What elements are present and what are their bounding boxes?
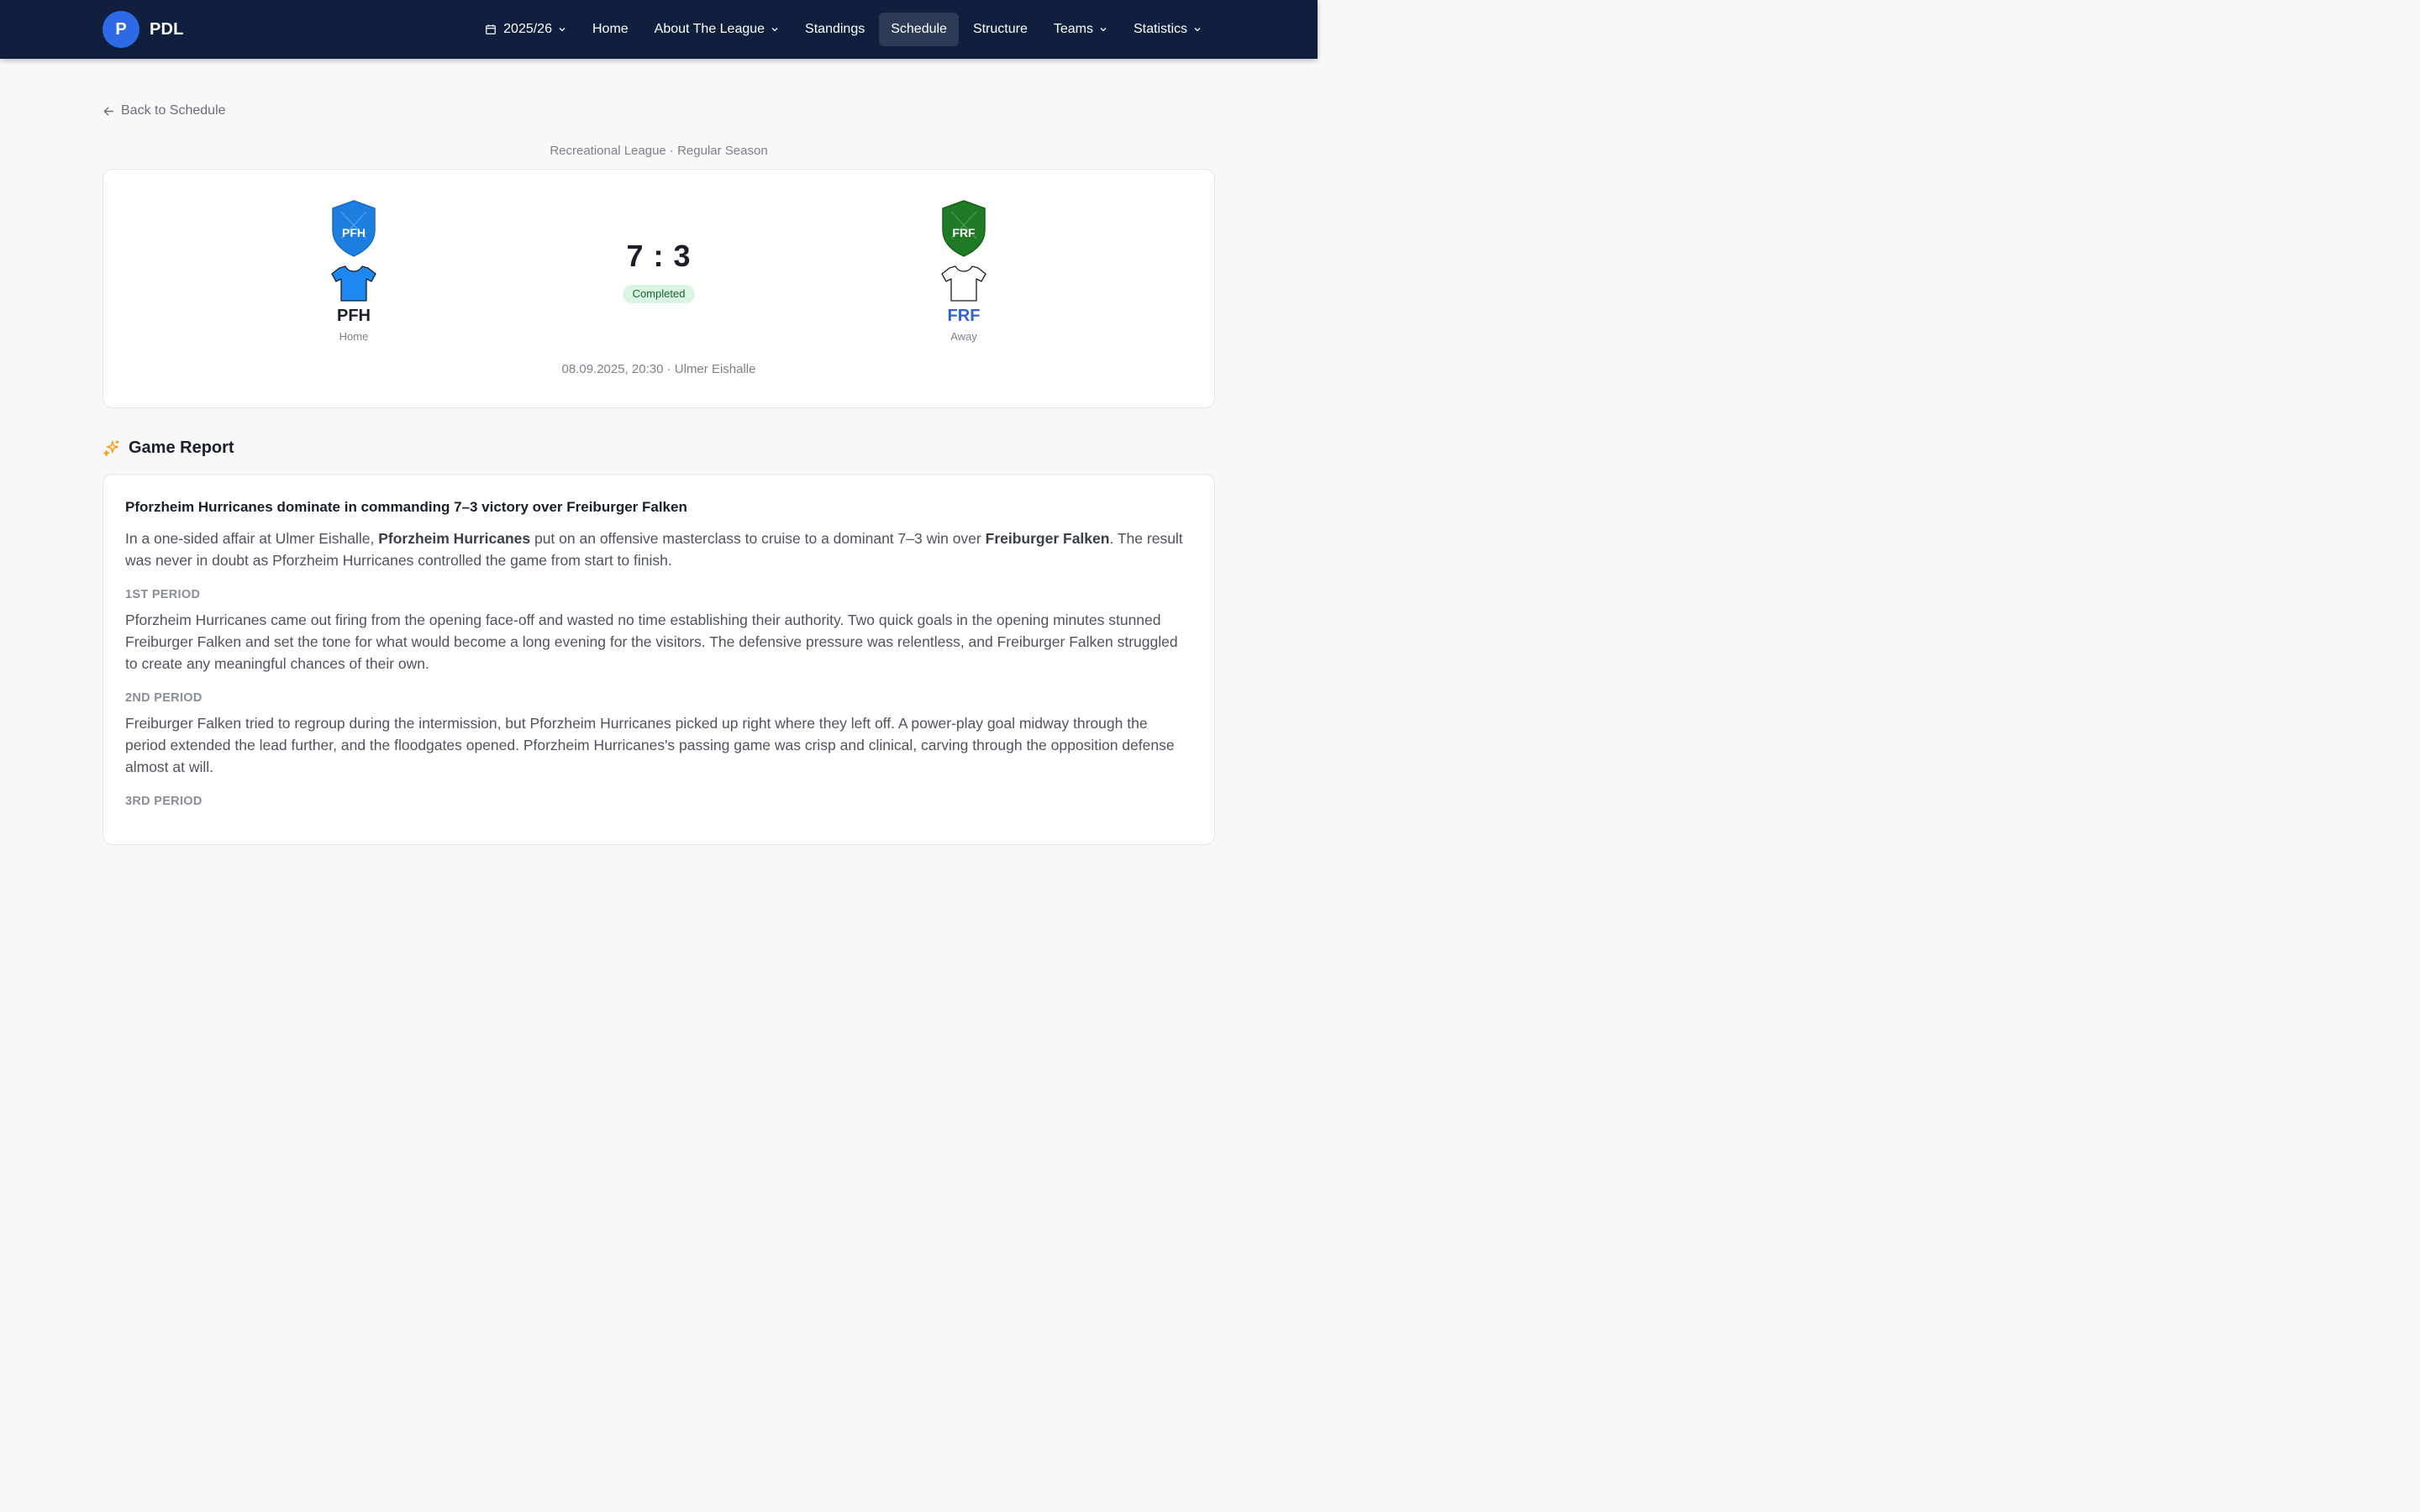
chevron-down-icon bbox=[559, 28, 566, 32]
away-team[interactable]: FRF FRF Away bbox=[897, 200, 1031, 343]
nav-home-label: Home bbox=[592, 22, 629, 36]
final-score: 7 : 3 bbox=[626, 239, 692, 273]
season-label: 2025/26 bbox=[503, 22, 552, 36]
status-badge: Completed bbox=[623, 285, 695, 303]
arrow-left-icon bbox=[103, 107, 113, 115]
away-shield-text: FRF bbox=[952, 226, 976, 239]
nav-about-league[interactable]: About The League bbox=[643, 13, 791, 46]
league-line: Recreational League · Regular Season bbox=[550, 144, 768, 158]
away-jersey-icon bbox=[941, 265, 986, 302]
game-report-header: Game Report bbox=[103, 438, 234, 458]
chevron-down-icon bbox=[1194, 28, 1201, 32]
brand[interactable]: P PDL bbox=[103, 11, 184, 48]
calendar-icon bbox=[486, 24, 497, 34]
match-card: PFH PFH Home 7 : 3 Completed FRF FRF Awa… bbox=[103, 169, 1215, 408]
brand-logo[interactable]: P bbox=[103, 11, 139, 48]
home-shield-icon: PFH bbox=[332, 200, 376, 257]
nav-schedule[interactable]: Schedule bbox=[879, 13, 959, 46]
away-shield-icon: FRF bbox=[942, 200, 986, 257]
home-team-code: PFH bbox=[337, 307, 371, 325]
match-date-venue: 08.09.2025, 20:30 · Ulmer Eishalle bbox=[561, 362, 756, 376]
nav-home[interactable]: Home bbox=[581, 13, 640, 46]
nav-about-label: About The League bbox=[654, 22, 765, 36]
nav-statistics-label: Statistics bbox=[1133, 22, 1187, 36]
report-intro: In a one-sided affair at Ulmer Eishalle,… bbox=[125, 530, 1183, 569]
chevron-down-icon bbox=[771, 28, 778, 32]
period-3-label: 3RD PERIOD bbox=[125, 795, 203, 808]
top-navbar: P PDL 2025/26 Home About The League Stan… bbox=[0, 0, 1318, 59]
back-label: Back to Schedule bbox=[121, 103, 226, 118]
period-1-text: Pforzheim Hurricanes came out firing fro… bbox=[125, 612, 1178, 672]
period-2-text: Freiburger Falken tried to regroup durin… bbox=[125, 715, 1175, 775]
nav-standings-label: Standings bbox=[805, 22, 865, 36]
nav-teams-label: Teams bbox=[1053, 22, 1093, 36]
nav-standings[interactable]: Standings bbox=[793, 13, 876, 46]
home-team-side: Home bbox=[339, 330, 369, 343]
away-team-name: Freiburger Falken bbox=[985, 530, 1110, 547]
home-team-name: Pforzheim Hurricanes bbox=[378, 530, 531, 547]
period-2-label: 2ND PERIOD bbox=[125, 691, 203, 705]
game-report-card: Pforzheim Hurricanes dominate in command… bbox=[103, 474, 1215, 845]
main-menu: 2025/26 Home About The League Standings … bbox=[471, 13, 1213, 46]
report-headline: Pforzheim Hurricanes dominate in command… bbox=[125, 499, 687, 515]
nav-statistics[interactable]: Statistics bbox=[1122, 13, 1213, 46]
season-selector[interactable]: 2025/26 bbox=[473, 13, 578, 46]
sparkles-icon bbox=[103, 439, 119, 456]
nav-teams[interactable]: Teams bbox=[1042, 13, 1119, 46]
nav-structure-label: Structure bbox=[972, 22, 1028, 36]
period-1-label: 1ST PERIOD bbox=[125, 588, 201, 601]
brand-name[interactable]: PDL bbox=[150, 20, 184, 39]
nav-schedule-label: Schedule bbox=[891, 22, 947, 36]
home-team[interactable]: PFH PFH Home bbox=[287, 200, 421, 343]
away-team-side: Away bbox=[950, 330, 977, 343]
chevron-down-icon bbox=[1100, 28, 1107, 32]
back-to-schedule-link[interactable]: Back to Schedule bbox=[103, 103, 226, 118]
home-jersey-icon bbox=[331, 265, 376, 302]
away-team-code: FRF bbox=[947, 307, 981, 325]
nav-structure[interactable]: Structure bbox=[961, 13, 1039, 46]
home-shield-text: PFH bbox=[342, 226, 366, 239]
game-report-title: Game Report bbox=[129, 438, 234, 457]
